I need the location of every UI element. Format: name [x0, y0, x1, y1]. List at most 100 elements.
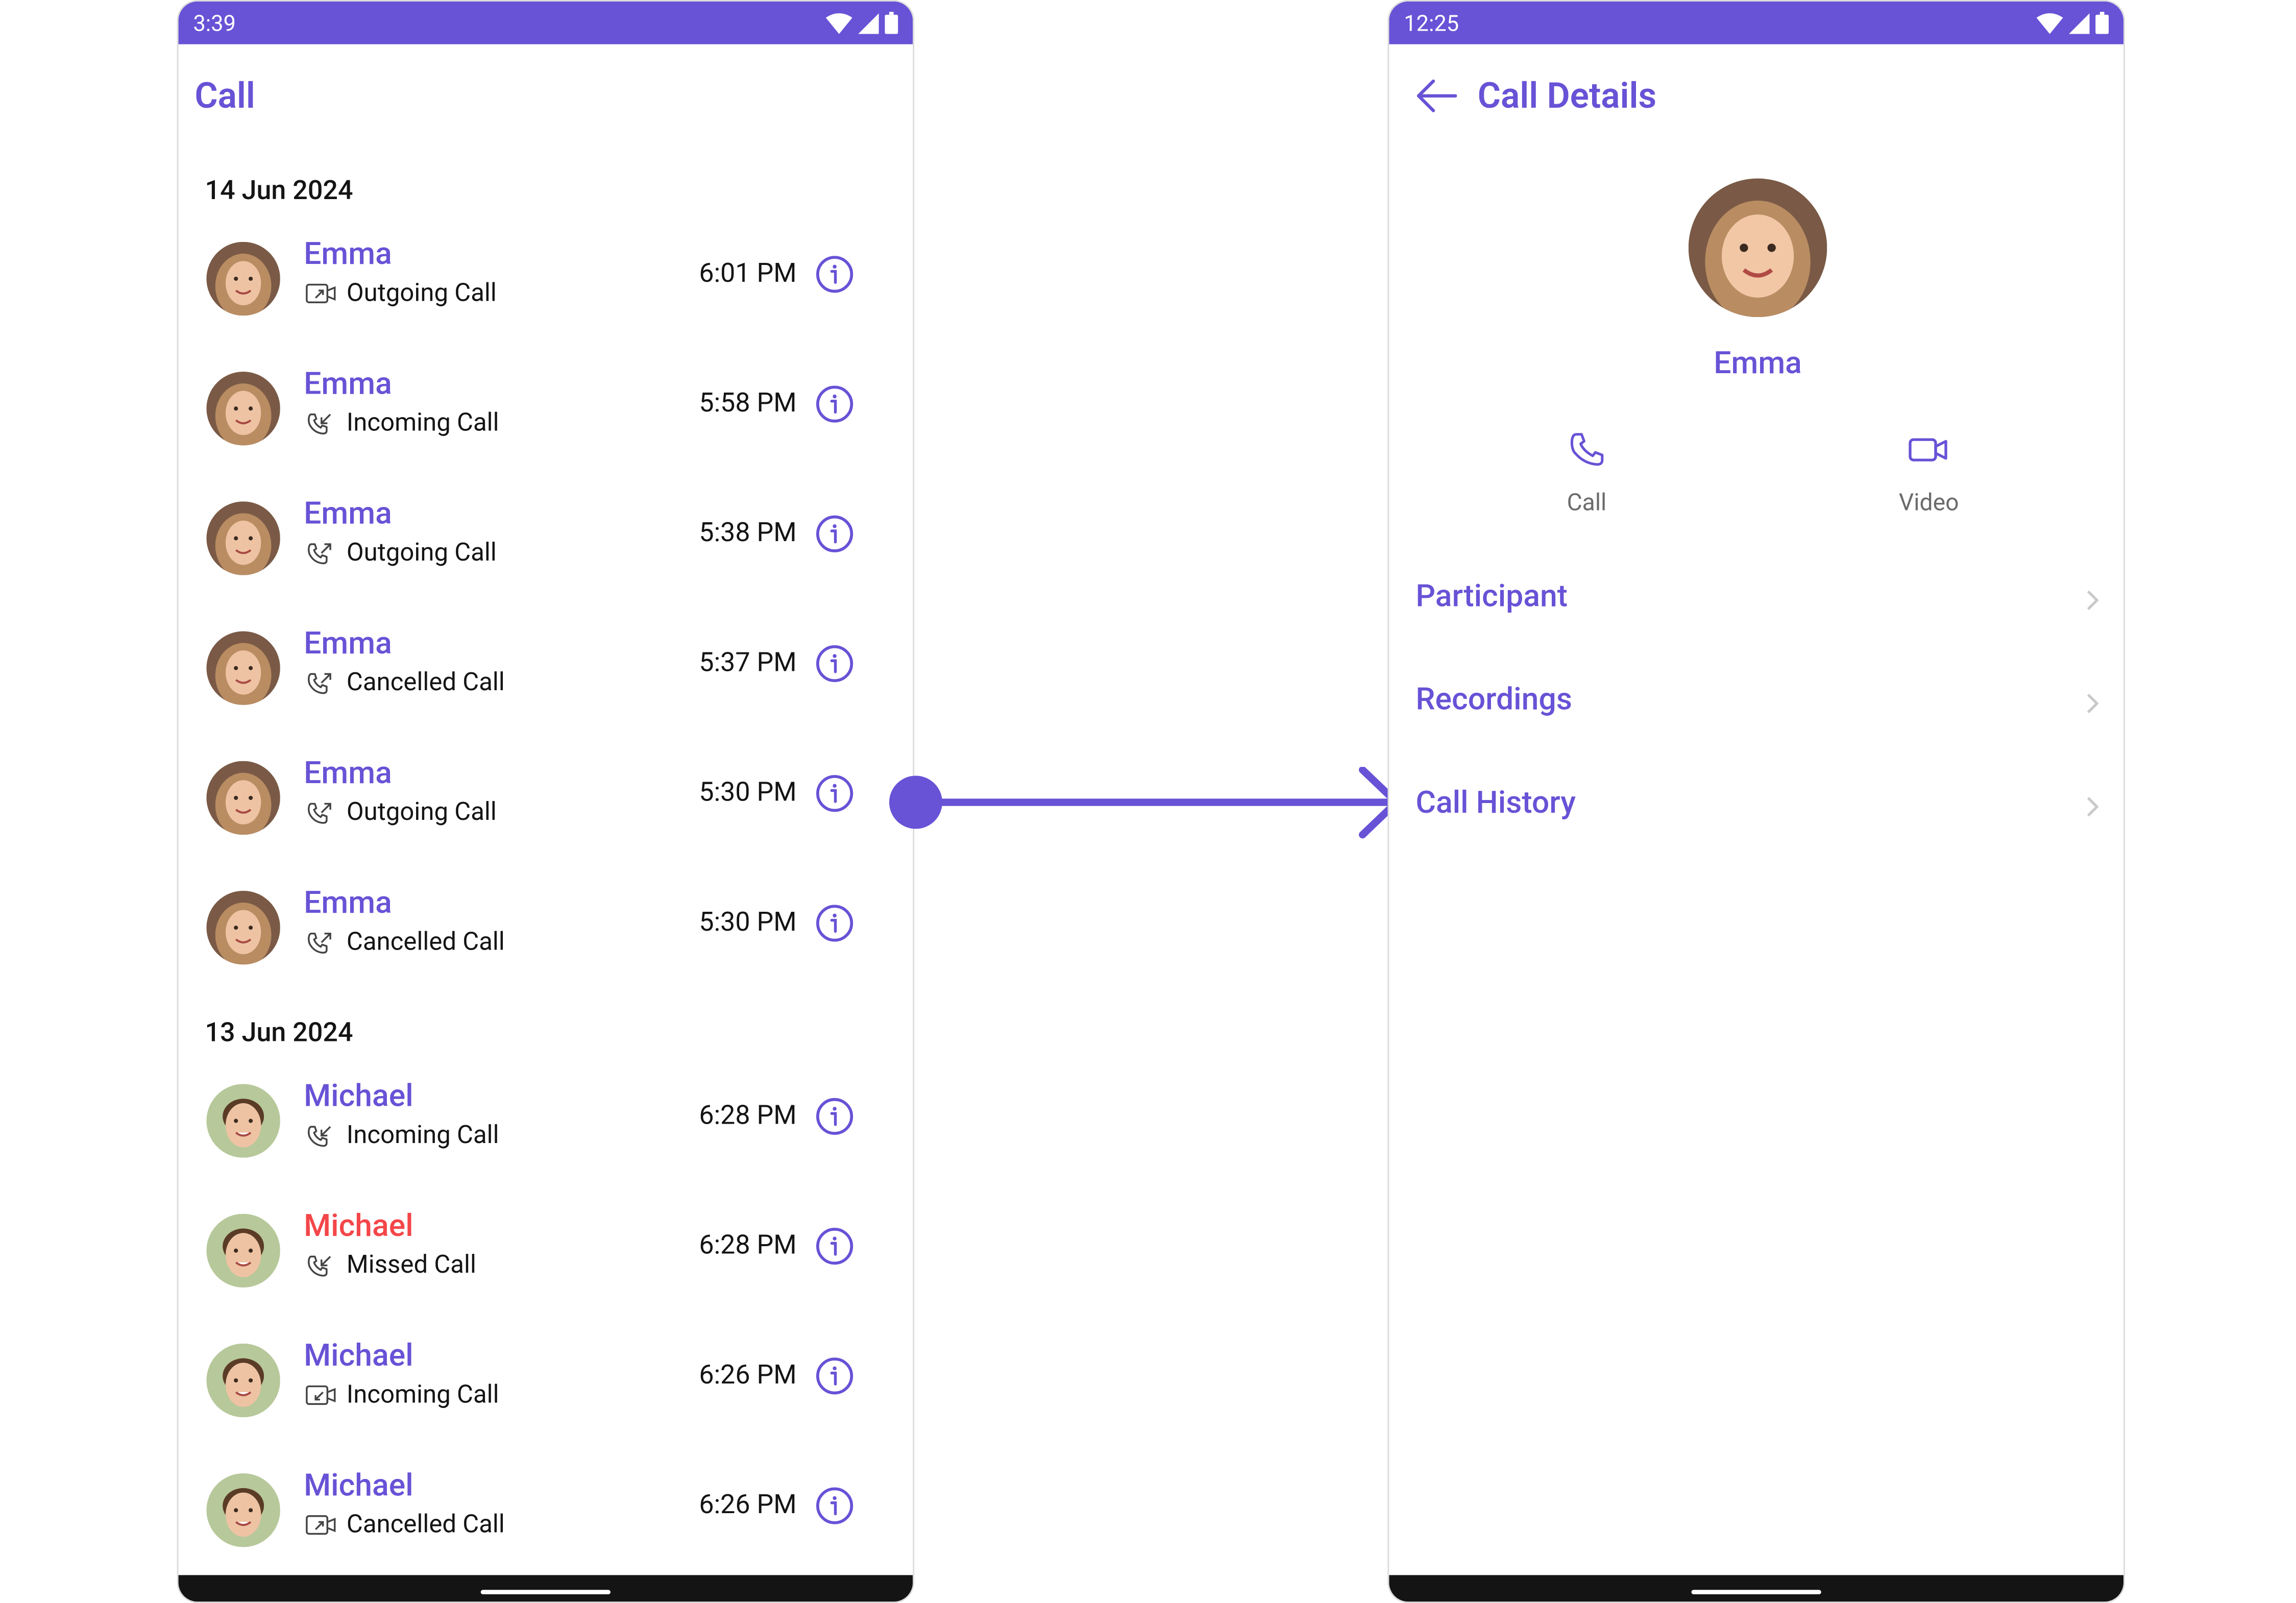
info-icon[interactable]	[816, 515, 854, 553]
call-log-row[interactable]: Emma Outgoing Call 6:01 PM	[179, 220, 913, 349]
phone-outgoing-icon	[308, 673, 331, 694]
info-icon[interactable]	[816, 385, 854, 423]
call-type: Incoming Call	[346, 1121, 499, 1151]
caller-name: Michael	[304, 1469, 413, 1504]
info-icon[interactable]	[816, 1227, 854, 1266]
chevron-right-icon	[2087, 797, 2099, 817]
info-icon[interactable]	[816, 904, 854, 942]
call-log-row[interactable]: Michael Incoming Call 6:26 PM	[179, 1321, 913, 1451]
phone-incoming-icon	[308, 414, 331, 435]
avatar	[206, 241, 280, 316]
battery-icon	[2095, 12, 2109, 34]
call-status: Cancelled Call	[305, 668, 505, 698]
caller-name: Emma	[304, 757, 392, 792]
call-status: Incoming Call	[305, 1380, 499, 1410]
call-logs-screen: 3:39 Call 14 Jun 2024 Emma Outgoing Call…	[177, 0, 915, 1603]
avatar-emma-icon	[206, 631, 280, 705]
avatar-michael-icon	[206, 1343, 280, 1418]
option-recordings[interactable]: Recordings	[1415, 674, 2101, 733]
page: 3:39 Call 14 Jun 2024 Emma Outgoing Call…	[0, 0, 2296, 1603]
call-type: Missed Call	[346, 1250, 476, 1280]
call-type: Outgoing Call	[346, 797, 497, 828]
page-title: Call	[194, 75, 255, 117]
call-type: Outgoing Call	[346, 279, 497, 308]
chevron-right-icon	[2087, 590, 2099, 610]
avatar	[206, 631, 280, 705]
navigation-arrow	[889, 767, 1401, 839]
wifi-icon	[2036, 12, 2063, 34]
info-icon[interactable]	[816, 255, 854, 294]
avatar	[206, 1343, 280, 1418]
home-indicator[interactable]	[480, 1590, 611, 1594]
call-status: Incoming Call	[305, 408, 499, 438]
back-arrow-icon[interactable]	[1415, 78, 1457, 113]
avatar	[206, 1473, 280, 1547]
call-log-row[interactable]: Emma Outgoing Call 5:38 PM	[179, 479, 913, 609]
call-status: Outgoing Call	[305, 279, 497, 308]
avatar-emma-icon	[1688, 178, 1827, 318]
option-participant[interactable]: Participant	[1415, 571, 2101, 630]
status-bar: 3:39	[178, 1, 913, 44]
video-action-button[interactable]: Video	[1855, 429, 2002, 516]
home-indicator[interactable]	[1691, 1590, 1821, 1594]
avatar-emma-icon	[206, 241, 280, 316]
status-icons	[2036, 12, 2109, 34]
phone-incoming-icon	[308, 1255, 331, 1277]
avatar-emma-icon	[206, 890, 280, 965]
phone-outgoing-icon	[308, 932, 331, 954]
details-header: Call Details	[1415, 75, 1656, 116]
avatar-michael-icon	[206, 1084, 280, 1158]
avatar	[206, 501, 280, 575]
caller-name: Emma	[304, 626, 392, 663]
phone-outgoing-icon	[308, 803, 331, 824]
call-log-row[interactable]: Michael Missed Call 6:28 PM	[179, 1192, 913, 1321]
avatar	[1688, 178, 1827, 318]
status-bar: 12:25	[1389, 1, 2124, 44]
call-type: Outgoing Call	[346, 538, 497, 568]
call-status: Incoming Call	[305, 1121, 499, 1151]
call-time: 6:26 PM	[699, 1489, 797, 1521]
avatar	[206, 890, 280, 965]
call-log-row[interactable]: Emma Cancelled Call 5:37 PM	[179, 609, 913, 739]
call-log-row[interactable]: Michael Incoming Call 6:28 PM	[179, 1062, 913, 1192]
chevron-right-icon	[2087, 693, 2099, 714]
navigation-bar	[1389, 1575, 2124, 1602]
call-type: Cancelled Call	[346, 668, 505, 698]
avatar-emma-icon	[206, 761, 280, 835]
signal-icon	[858, 12, 879, 34]
info-icon[interactable]	[816, 1357, 854, 1395]
call-log-row[interactable]: Emma Outgoing Call 5:30 PM	[179, 739, 913, 868]
option-call-history[interactable]: Call History	[1415, 777, 2101, 836]
call-time: 6:01 PM	[699, 258, 797, 289]
call-time: 5:37 PM	[699, 647, 797, 678]
caller-name: Michael	[304, 1079, 413, 1115]
avatar	[206, 1084, 280, 1158]
call-time: 6:28 PM	[699, 1100, 797, 1131]
info-icon[interactable]	[816, 1487, 854, 1525]
caller-name: Michael	[304, 1339, 413, 1375]
caller-name: Emma	[304, 886, 392, 922]
option-label: Call History	[1415, 786, 1576, 822]
call-status: Outgoing Call	[305, 538, 497, 568]
profile-name: Emma	[1714, 346, 1802, 382]
date-header: 13 Jun 2024	[205, 1017, 353, 1049]
call-action-button[interactable]: Call	[1513, 429, 1660, 516]
call-time: 5:30 PM	[699, 777, 797, 809]
call-log-row[interactable]: Michael Cancelled Call 6:26 PM	[179, 1451, 913, 1581]
phone-incoming-icon	[308, 1126, 331, 1147]
call-log-row[interactable]: Emma Cancelled Call 5:30 PM	[179, 869, 913, 999]
call-action-label: Call	[1567, 488, 1607, 517]
video-outgoing-icon	[306, 1515, 336, 1535]
avatar	[206, 1213, 280, 1288]
call-type: Incoming Call	[346, 408, 499, 439]
avatar-michael-icon	[206, 1213, 280, 1288]
caller-name: Emma	[304, 237, 392, 273]
info-icon[interactable]	[816, 644, 854, 683]
call-log-row[interactable]: Emma Incoming Call 5:58 PM	[179, 350, 913, 479]
avatar-emma-icon	[206, 501, 280, 575]
battery-icon	[885, 12, 898, 34]
video-camera-icon	[1909, 438, 1947, 462]
info-icon[interactable]	[816, 1097, 854, 1135]
call-time: 5:30 PM	[699, 907, 797, 938]
info-icon[interactable]	[816, 774, 854, 813]
